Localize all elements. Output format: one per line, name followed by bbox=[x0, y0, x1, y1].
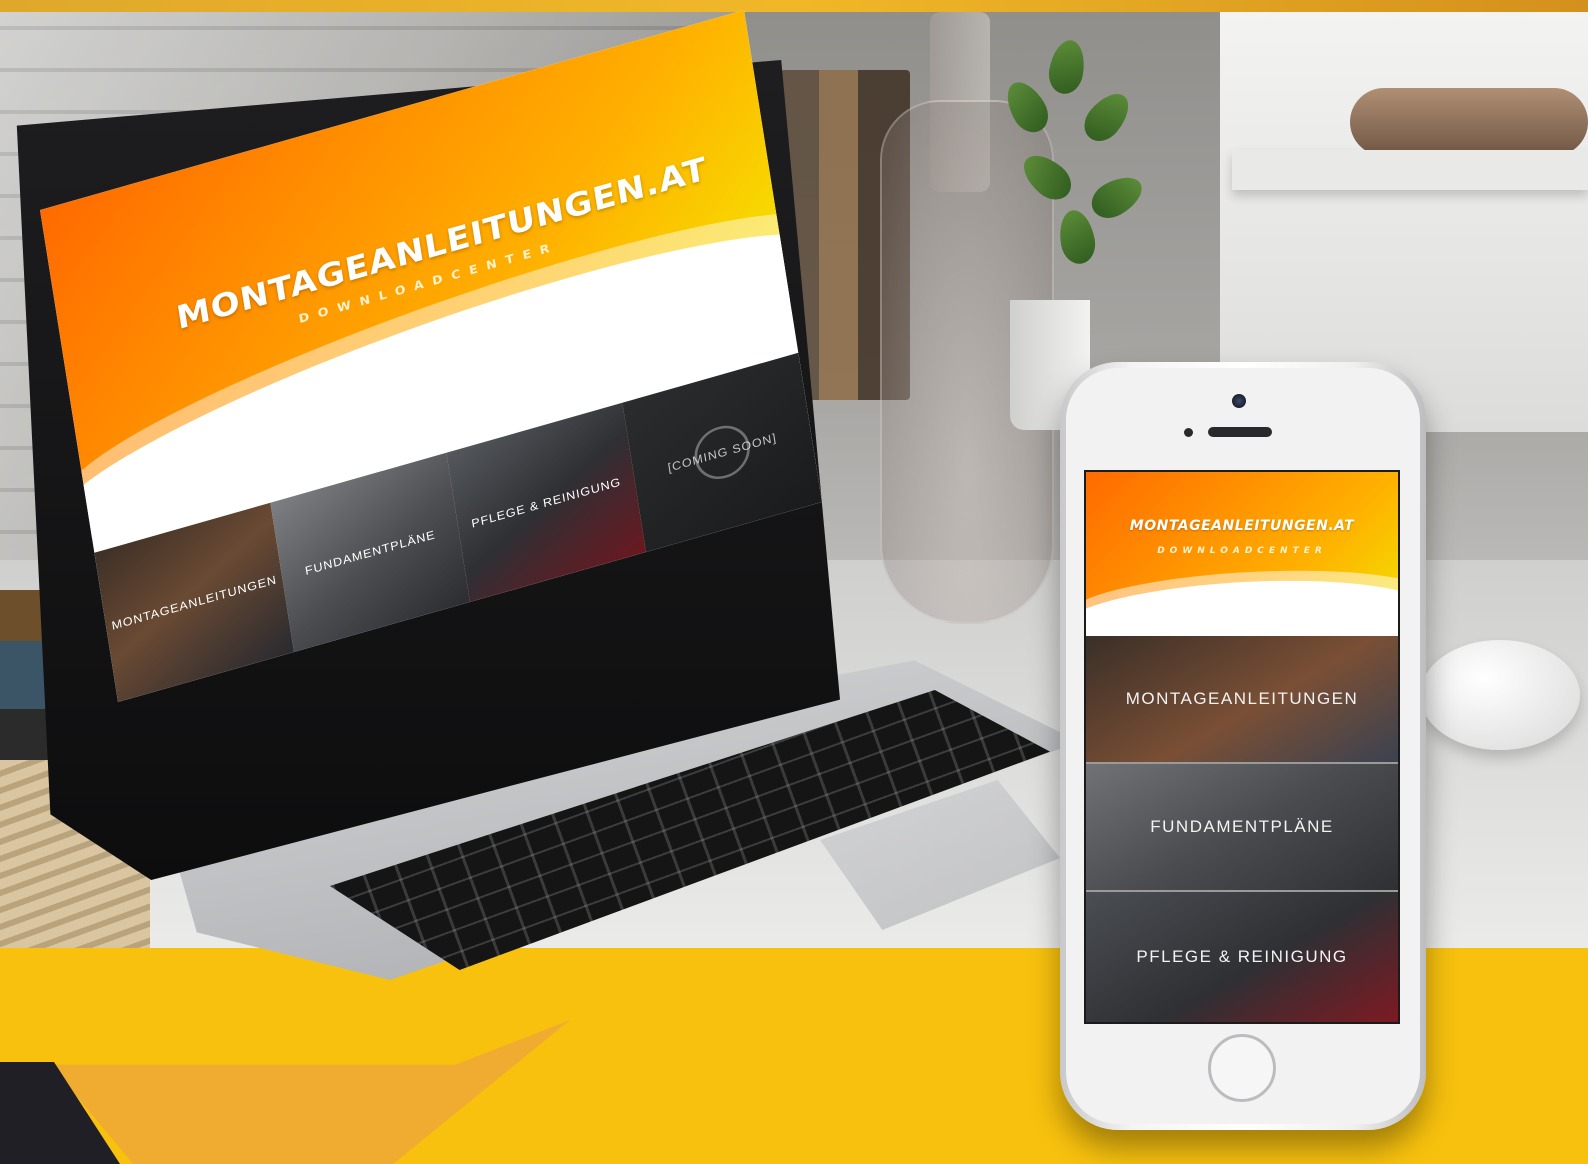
play-circle-icon bbox=[690, 419, 754, 486]
tile-coming-soon[interactable]: [COMING SOON] bbox=[622, 352, 822, 552]
site-title: MONTAGEANLEITUNGEN.AT bbox=[1129, 518, 1355, 534]
tile-label: MONTAGEANLEITUNGEN bbox=[110, 572, 278, 633]
tile-label: FUNDAMENTPLÄNE bbox=[304, 527, 437, 578]
tile-fundamentplaene[interactable]: FUNDAMENTPLÄNE bbox=[1086, 764, 1398, 892]
tile-label: FUNDAMENTPLÄNE bbox=[1150, 817, 1334, 836]
site-subtitle: DOWNLOADCENTER bbox=[1157, 546, 1327, 556]
speaker-grille bbox=[1208, 427, 1272, 437]
computer-mouse bbox=[1420, 640, 1580, 750]
window-roll bbox=[1350, 88, 1588, 156]
laptop-website: MONTAGEANLEITUNGEN.AT DOWNLOADCENTER MON… bbox=[40, 10, 822, 702]
tile-label: MONTAGEANLEITUNGEN bbox=[1125, 689, 1359, 708]
hero-divider bbox=[1086, 622, 1398, 636]
camera-icon bbox=[1232, 394, 1246, 408]
tile-label: PFLEGE & REINIGUNG bbox=[1136, 947, 1348, 966]
tile-label: PFLEGE & REINIGUNG bbox=[470, 474, 622, 531]
tile-montageanleitungen[interactable]: MONTAGEANLEITUNGEN bbox=[1086, 636, 1398, 764]
home-button[interactable] bbox=[1208, 1034, 1276, 1102]
tile-pflege-reinigung[interactable]: PFLEGE & REINIGUNG bbox=[1086, 892, 1398, 1022]
phone-website: MONTAGEANLEITUNGEN.AT DOWNLOADCENTER MON… bbox=[1084, 470, 1400, 1024]
laptop-screen-wrap: MONTAGEANLEITUNGEN.AT DOWNLOADCENTER MON… bbox=[40, 10, 870, 840]
window-sill bbox=[1232, 150, 1588, 190]
plant bbox=[990, 37, 1160, 300]
top-stripe bbox=[0, 0, 1588, 12]
sensor-icon bbox=[1184, 428, 1193, 437]
